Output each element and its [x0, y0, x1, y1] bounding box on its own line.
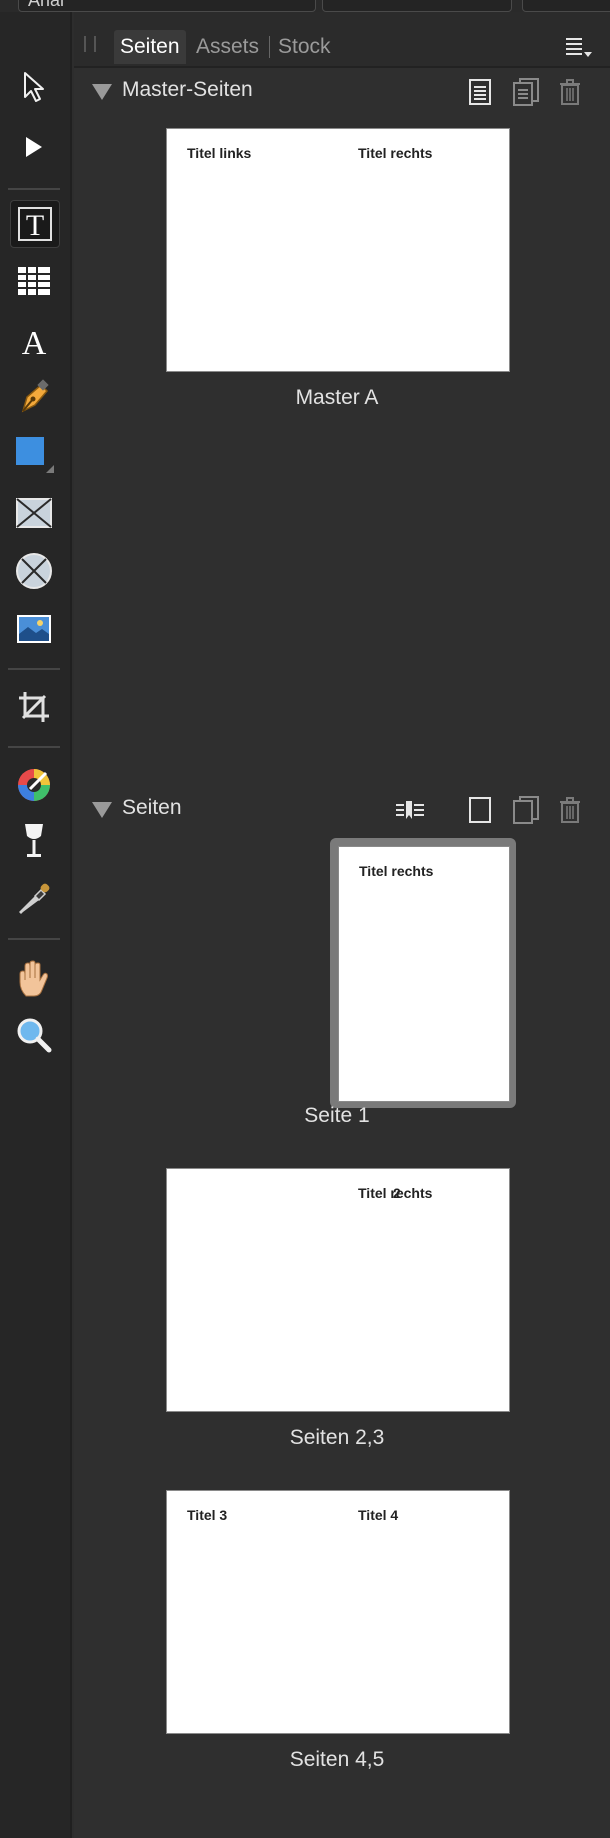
color-picker-icon[interactable] [10, 876, 58, 922]
table-tool-icon[interactable] [10, 258, 58, 304]
picture-frame-rectangle-icon[interactable] [10, 490, 58, 536]
toolbar-separator [8, 668, 60, 670]
panel-grip-handle[interactable] [84, 36, 96, 52]
tab-divider [269, 36, 270, 58]
tab-stock[interactable]: Stock [272, 30, 337, 64]
seiten-2-3-overlay-text: 2 [393, 1185, 401, 1201]
node-tool-icon[interactable] [10, 124, 58, 170]
panel-tabs: Seiten Assets Stock [74, 12, 610, 68]
panel-menu-icon[interactable] [564, 36, 594, 63]
duplicate-master-icon[interactable] [510, 76, 542, 108]
collapse-triangle-icon[interactable] [92, 802, 112, 818]
master-a-thumbnail[interactable]: Titel links Titel rechts [166, 128, 510, 372]
seiten-4-5-right-title: Titel 4 [358, 1507, 399, 1523]
master-left-title: Titel links [187, 145, 252, 161]
tab-assets[interactable]: Assets [190, 30, 265, 64]
seiten-2-3-thumbnail[interactable]: Titel rechts 2 [166, 1168, 510, 1412]
collapse-triangle-icon[interactable] [92, 84, 112, 100]
master-a-caption: Master A [295, 386, 379, 409]
insert-master-icon[interactable] [464, 76, 496, 108]
seite-1-thumbnail[interactable]: Titel rechts [338, 846, 510, 1102]
font-size-field[interactable] [522, 0, 610, 12]
frame-text-tool-icon[interactable]: T [10, 200, 60, 248]
toolbar-separator [8, 746, 60, 748]
toolbar-separator [8, 938, 60, 940]
transparency-tool-icon[interactable] [10, 818, 58, 864]
rectangle-tool-icon[interactable] [10, 432, 58, 478]
font-style-field[interactable] [322, 0, 512, 12]
top-context-bar: Arial [0, 0, 610, 12]
seiten-4-5-caption: Seiten 4,5 [289, 1748, 385, 1771]
zoom-tool-icon[interactable] [10, 1012, 58, 1058]
view-tool-icon[interactable] [10, 956, 58, 1002]
move-tool-icon[interactable] [10, 64, 58, 110]
pen-tool-icon[interactable] [10, 374, 58, 420]
master-pages-header: Master-Seiten [74, 70, 610, 114]
svg-text:T: T [26, 209, 44, 242]
picture-frame-ellipse-icon[interactable] [10, 548, 58, 594]
fill-tool-icon[interactable] [10, 762, 58, 808]
seiten-4-5-left-title: Titel 3 [187, 1507, 228, 1523]
insert-page-icon[interactable] [464, 794, 496, 826]
pages-panel: Seiten Assets Stock Master-Seiten Titel … [74, 12, 610, 1838]
seiten-2-3-caption: Seiten 2,3 [289, 1426, 385, 1449]
pages-title: Seiten [122, 796, 182, 819]
tools-toolbar: T A [0, 12, 72, 1838]
seite-1-title: Titel rechts [359, 863, 434, 879]
artistic-text-tool-icon[interactable]: A [10, 318, 58, 364]
seite-1-caption: Seite 1 [304, 1104, 370, 1127]
font-family-value: Arial [28, 0, 65, 10]
duplicate-page-icon[interactable] [510, 794, 542, 826]
seiten-4-5-thumbnail[interactable]: Titel 3 Titel 4 [166, 1490, 510, 1734]
master-right-title: Titel rechts [358, 145, 433, 161]
master-pages-title: Master-Seiten [122, 78, 253, 101]
svg-text:A: A [22, 325, 47, 358]
tab-seiten[interactable]: Seiten [114, 30, 186, 64]
page-options-icon[interactable] [394, 794, 426, 826]
pages-header: Seiten [74, 788, 610, 832]
delete-master-icon[interactable] [554, 76, 586, 108]
place-image-icon[interactable] [10, 606, 58, 652]
crop-tool-icon[interactable] [10, 684, 58, 730]
toolbar-separator [8, 188, 60, 190]
delete-page-icon[interactable] [554, 794, 586, 826]
